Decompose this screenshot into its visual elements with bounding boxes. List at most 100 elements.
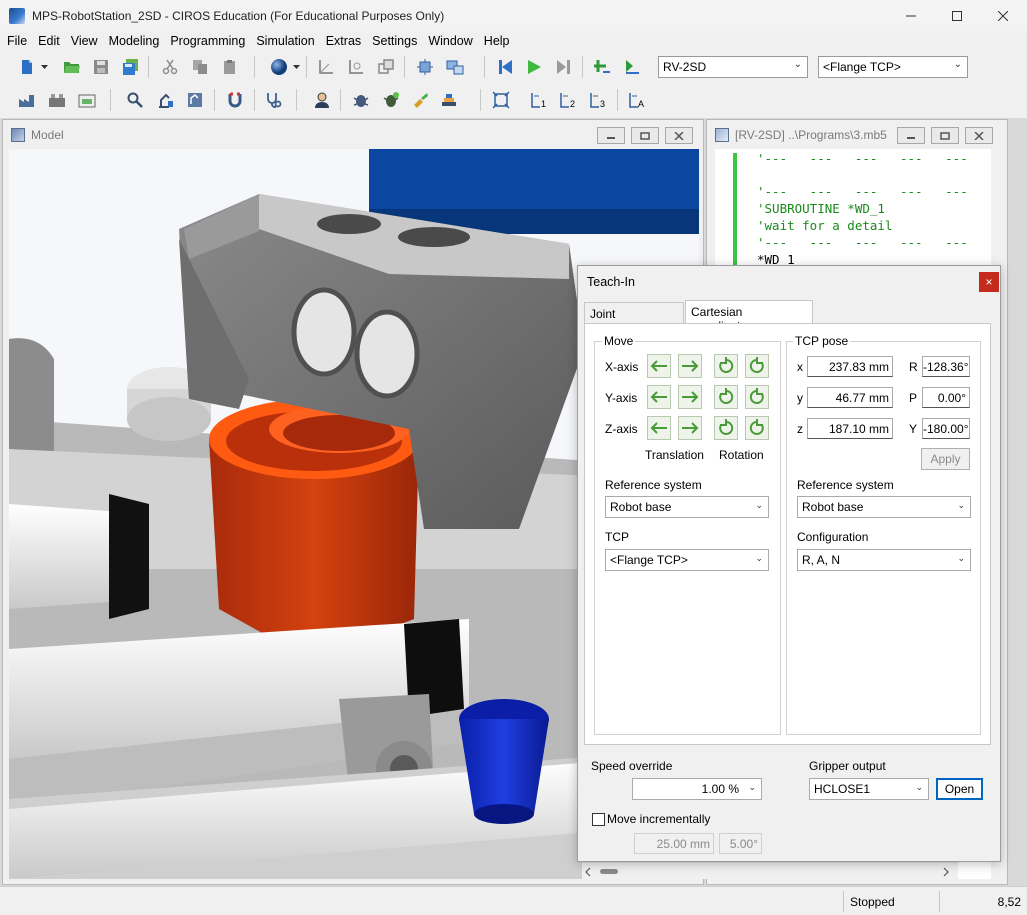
- teach-in-close-button[interactable]: ×: [979, 272, 999, 292]
- speed-override-select[interactable]: 1.00 % ⌄: [632, 778, 762, 800]
- x-minus-button[interactable]: [647, 354, 671, 378]
- close-window-button[interactable]: [980, 0, 1026, 31]
- pose-x-input[interactable]: 237.83 mm: [807, 356, 893, 377]
- menu-modeling[interactable]: Modeling: [102, 34, 164, 48]
- increment-mm-input[interactable]: 25.00 mm: [634, 833, 714, 854]
- frame-icon: [349, 60, 363, 74]
- fit-view-button[interactable]: [490, 89, 512, 111]
- maximize-button[interactable]: [934, 0, 980, 31]
- menu-simulation[interactable]: Simulation: [249, 34, 318, 48]
- menu-extras[interactable]: Extras: [319, 34, 365, 48]
- add-point-button[interactable]: [591, 56, 613, 78]
- tab-cartesian-coordinates[interactable]: Cartesian coordinates: [685, 300, 813, 333]
- y-rotate-ccw-button[interactable]: [714, 385, 738, 409]
- code-window-icon: [715, 127, 729, 142]
- menu-file[interactable]: File: [0, 34, 31, 48]
- pose-p-input[interactable]: 0.00°: [922, 387, 970, 408]
- toolbar-secondary: 1 2 3 A: [0, 86, 1027, 118]
- close-icon: ×: [985, 275, 993, 289]
- copy-button[interactable]: [189, 56, 211, 78]
- code-close-button[interactable]: [965, 127, 993, 144]
- menu-help[interactable]: Help: [477, 34, 514, 48]
- workcell-button[interactable]: [16, 89, 38, 111]
- increment-deg-input[interactable]: 5.00°: [719, 833, 762, 854]
- start-program-button[interactable]: [523, 56, 545, 78]
- apply-button[interactable]: Apply: [921, 448, 970, 470]
- gripper-open-button[interactable]: Open: [936, 778, 983, 800]
- move-reference-select[interactable]: Robot base ⌄: [605, 496, 769, 518]
- axis-a-button[interactable]: A: [626, 89, 648, 111]
- search-robot-button[interactable]: [124, 89, 146, 111]
- axis1-button[interactable]: 1: [528, 89, 550, 111]
- gripper-tool-button[interactable]: [410, 89, 432, 111]
- layout-view-button[interactable]: [76, 89, 98, 111]
- minimize-button[interactable]: [888, 0, 934, 31]
- code-line: '--- --- --- --- ---: [757, 235, 968, 250]
- sphere-view-dropdown[interactable]: [290, 56, 302, 78]
- reset-program-button[interactable]: [494, 56, 516, 78]
- operator-button[interactable]: [311, 89, 333, 111]
- robot-config-button[interactable]: [184, 89, 206, 111]
- axis2-button[interactable]: 2: [557, 89, 579, 111]
- model-restore-button[interactable]: [631, 127, 659, 144]
- cell-button[interactable]: [414, 56, 436, 78]
- new-file-button[interactable]: [16, 56, 38, 78]
- debug-step-button[interactable]: [380, 89, 402, 111]
- layout-button[interactable]: [444, 56, 466, 78]
- z-rotate-cw-button[interactable]: [745, 416, 769, 440]
- debug-button[interactable]: [350, 89, 372, 111]
- robot-edit-button[interactable]: [154, 89, 176, 111]
- robot-select[interactable]: RV-2SD ⌄: [658, 56, 808, 78]
- axes-button[interactable]: [315, 56, 337, 78]
- pose-reference-select[interactable]: Robot base ⌄: [797, 496, 971, 518]
- step-program-button[interactable]: [553, 56, 575, 78]
- code-horizontal-scrollbar[interactable]: [582, 862, 958, 879]
- y-minus-button[interactable]: [647, 385, 671, 409]
- pose-yaw-input[interactable]: -180.00°: [922, 418, 970, 439]
- pose-z-input[interactable]: 187.10 mm: [807, 418, 893, 439]
- menu-settings[interactable]: Settings: [365, 34, 421, 48]
- save-all-button[interactable]: [120, 56, 142, 78]
- gripper-output-select[interactable]: HCLOSE1 ⌄: [809, 778, 929, 800]
- pose-y-input[interactable]: 46.77 mm: [807, 387, 893, 408]
- open-file-button[interactable]: [61, 56, 83, 78]
- tab-joint-coordinates[interactable]: Joint coordinates: [584, 302, 684, 335]
- pose-r-input[interactable]: -128.36°: [922, 356, 970, 377]
- menu-window[interactable]: Window: [421, 34, 476, 48]
- y-plus-button[interactable]: [678, 385, 702, 409]
- insert-point-button[interactable]: [621, 56, 643, 78]
- model-minimize-button[interactable]: [597, 127, 625, 144]
- menu-view[interactable]: View: [64, 34, 102, 48]
- sphere-view-button[interactable]: [268, 56, 290, 78]
- diagnostics-button[interactable]: [262, 89, 284, 111]
- station-button[interactable]: [46, 89, 68, 111]
- frame-button[interactable]: [345, 56, 367, 78]
- move-reference-label: Reference system: [605, 478, 702, 492]
- paste-button[interactable]: [219, 56, 241, 78]
- configuration-select[interactable]: R, A, N ⌄: [797, 549, 971, 571]
- tcp-select-dialog[interactable]: <Flange TCP> ⌄: [605, 549, 769, 571]
- y-rotate-cw-button[interactable]: [745, 385, 769, 409]
- x-plus-button[interactable]: [678, 354, 702, 378]
- magnet-button[interactable]: [224, 89, 246, 111]
- cut-button[interactable]: [159, 56, 181, 78]
- code-restore-button[interactable]: [931, 127, 959, 144]
- code-minimize-button[interactable]: [897, 127, 925, 144]
- x-rotate-ccw-button[interactable]: [714, 354, 738, 378]
- minimize-icon: [907, 136, 915, 139]
- z-rotate-ccw-button[interactable]: [714, 416, 738, 440]
- model-close-button[interactable]: [665, 127, 693, 144]
- z-plus-button[interactable]: [678, 416, 702, 440]
- axis3-button[interactable]: 3: [587, 89, 609, 111]
- stack-button[interactable]: [438, 89, 460, 111]
- tcp-select[interactable]: <Flange TCP> ⌄: [818, 56, 968, 78]
- menu-programming[interactable]: Programming: [163, 34, 249, 48]
- menu-edit[interactable]: Edit: [31, 34, 64, 48]
- z-minus-button[interactable]: [647, 416, 671, 440]
- gripper-output-value: HCLOSE1: [814, 782, 871, 796]
- move-incrementally-checkbox[interactable]: [592, 813, 605, 826]
- new-file-dropdown[interactable]: [38, 56, 50, 78]
- x-rotate-cw-button[interactable]: [745, 354, 769, 378]
- save-button[interactable]: [90, 56, 112, 78]
- windows-button[interactable]: [375, 56, 397, 78]
